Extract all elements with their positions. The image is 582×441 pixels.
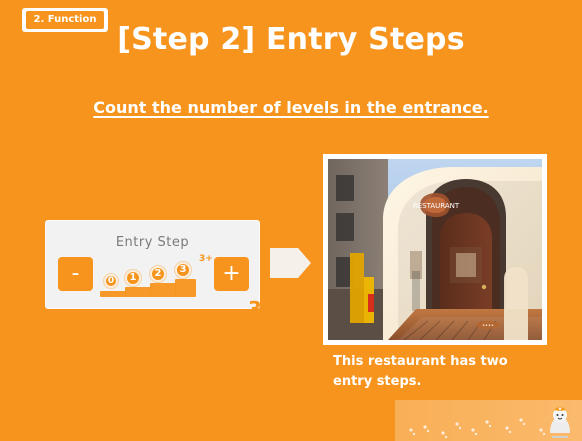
photo-caption: This restaurant has two entry steps.: [333, 352, 578, 392]
minus-icon: -: [71, 261, 80, 286]
mascot-icon: [550, 407, 570, 438]
step-option-0[interactable]: 0: [104, 274, 118, 288]
entry-step-label: Entry Step: [115, 235, 190, 250]
page-subtitle: Count the number of levels in the entran…: [93, 98, 489, 117]
step-bar-1: [125, 287, 151, 297]
caption-line-1: This restaurant has two: [333, 354, 508, 369]
slide: 2. Function [Step 2] Entry Steps Count t…: [0, 0, 582, 441]
step-bar-2: [150, 283, 176, 297]
plus-icon: +: [222, 261, 241, 286]
current-step-value: 3: [248, 297, 262, 321]
shop-sign: RESTAURANT: [413, 202, 460, 210]
right-arrow-icon: [270, 248, 311, 278]
caption-line-2: entry steps.: [333, 374, 422, 389]
page-title: [Step 2] Entry Steps: [117, 22, 465, 57]
step-indicator: 0 1 2 3 3+ 3: [96, 254, 262, 319]
restaurant-photo-illustration: RESTAURANT ••••: [328, 159, 542, 340]
footer-decoration: [395, 400, 582, 441]
decrement-button[interactable]: -: [58, 257, 93, 291]
increment-button[interactable]: +: [214, 257, 249, 291]
step-option-3-plus[interactable]: 3+: [199, 254, 213, 264]
step-bar-3: [175, 279, 196, 297]
step-option-1[interactable]: 1: [125, 270, 141, 286]
step-bar-0: [100, 291, 126, 297]
step-option-3[interactable]: 3: [175, 262, 191, 278]
step-option-2[interactable]: 2: [150, 266, 166, 282]
entry-step-widget: Entry Step - 0 1 2 3 3+ 3 +: [45, 220, 262, 319]
svg-text:••••: ••••: [482, 323, 494, 329]
restaurant-photo: RESTAURANT ••••: [323, 154, 547, 345]
